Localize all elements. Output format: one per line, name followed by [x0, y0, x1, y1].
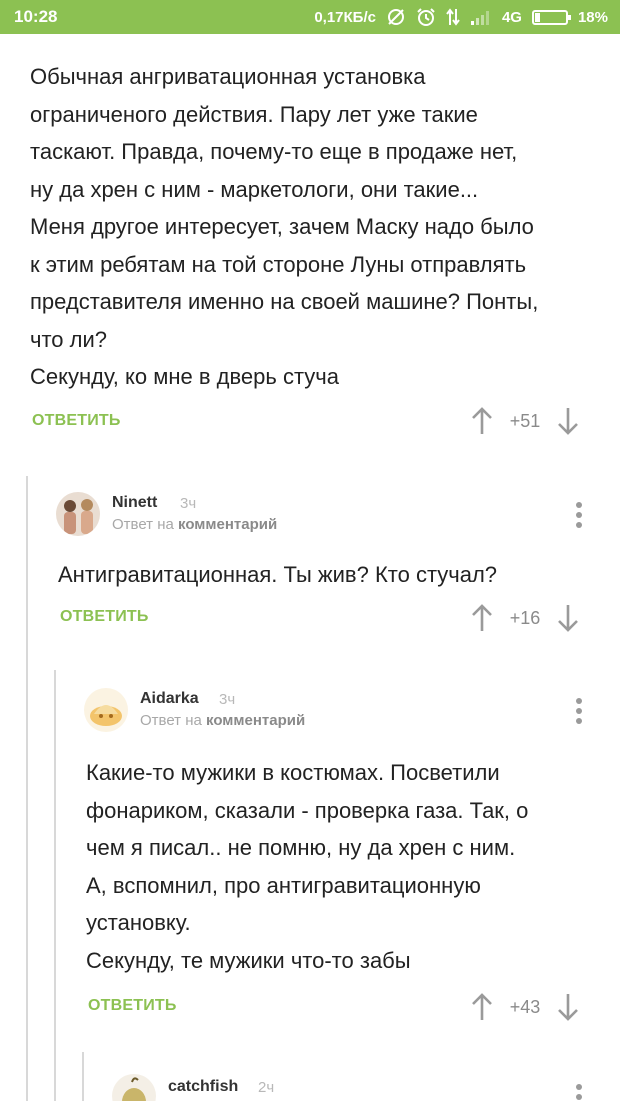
upvote-arrow-icon[interactable] — [470, 992, 494, 1022]
reply-to-line: Ответ на комментарий — [112, 516, 277, 533]
alarm-icon — [416, 7, 436, 27]
upvote-arrow-icon[interactable] — [470, 406, 494, 436]
status-indicators: 0,17КБ/с 4G 18% — [314, 7, 608, 27]
more-options-icon[interactable] — [574, 698, 584, 728]
comment-time: 3ч — [180, 495, 197, 512]
comment-body: Антигравитационная. Ты жив? Кто стучал? — [58, 556, 598, 594]
vote-controls: +43 — [470, 992, 580, 1022]
data-arrows-icon — [446, 8, 460, 26]
downvote-arrow-icon[interactable] — [556, 992, 580, 1022]
comment-line: ограниченого действия. Пару лет уже таки… — [30, 101, 478, 127]
comment-line: Секунду, те мужики что-то забы — [86, 947, 411, 973]
network-type: 4G — [501, 8, 522, 26]
more-options-icon[interactable] — [574, 1084, 584, 1101]
comment-header: Aidarka 3ч Ответ на комментарий — [84, 688, 596, 736]
thread-line-level-2 — [54, 670, 56, 1101]
comment-author[interactable]: catchfish — [168, 1078, 238, 1096]
network-speed: 0,17КБ/с — [314, 8, 376, 26]
comment-line: Обычная ангриватационная установка — [30, 64, 426, 89]
comment-author[interactable]: Aidarka — [140, 690, 199, 708]
vote-controls: +51 — [470, 406, 580, 436]
downvote-arrow-icon[interactable] — [556, 603, 580, 633]
sync-off-icon — [386, 7, 406, 27]
comment-line: ну да хрен с ним - маркетологи, они таки… — [30, 176, 479, 202]
comment-time: 3ч — [219, 691, 236, 708]
comment-line: Меня другое интересует, зачем Маску надо… — [30, 214, 534, 239]
reply-to-link[interactable]: комментарий — [206, 712, 305, 729]
signal-icon — [470, 9, 492, 25]
comment-line: представителя именно на своей машине? По… — [30, 289, 539, 314]
status-time: 10:28 — [14, 7, 58, 26]
comment-line: Антигравитационная. Ты жив? Кто стучал? — [58, 562, 498, 587]
reply-to-link[interactable]: комментарий — [178, 516, 277, 533]
comment-author[interactable]: Ninett — [112, 494, 157, 512]
battery-icon — [531, 9, 571, 25]
thread-line-level-3 — [82, 1052, 84, 1101]
downvote-arrow-icon[interactable] — [556, 406, 580, 436]
comment-line: Секунду, ко мне в дверь стуча — [30, 364, 339, 389]
reply-button[interactable]: ОТВЕТИТЬ — [32, 412, 121, 430]
battery-fill — [534, 12, 540, 22]
comment-line: что ли? — [30, 326, 107, 352]
battery-percent: 18% — [577, 8, 608, 26]
comment-line: таскают. Правда, почему-то еще в продаже… — [30, 139, 518, 164]
reply-to-prefix: Ответ на — [140, 712, 202, 729]
reply-to-line: Ответ на комментарий — [140, 712, 305, 729]
comment-time: 2ч — [258, 1079, 275, 1096]
upvote-arrow-icon[interactable] — [470, 603, 494, 633]
comment-score: +43 — [509, 996, 541, 1017]
comment-score: +16 — [509, 607, 541, 628]
reply-to-prefix: Ответ на — [112, 516, 174, 533]
comment-body: Обычная ангриватационная установка огран… — [30, 58, 600, 396]
avatar[interactable] — [84, 688, 128, 732]
comment-body: Какие-то мужики в костюмах. Посветили фо… — [86, 754, 600, 979]
comment-line: фонариком, сказали - проверка газа. Так,… — [86, 797, 529, 823]
vote-controls: +16 — [470, 603, 580, 633]
comment-line: А, вспомнил, про антигравитационную — [86, 872, 481, 898]
comment-line: установку. — [86, 910, 191, 935]
comment-score: +51 — [509, 410, 541, 431]
reply-button[interactable]: ОТВЕТИТЬ — [60, 608, 149, 626]
avatar[interactable] — [112, 1074, 156, 1101]
reply-button[interactable]: ОТВЕТИТЬ — [88, 997, 177, 1015]
comment-line: к этим ребятам на той стороне Луны отпра… — [30, 251, 527, 277]
thread-line-level-1 — [26, 476, 28, 1101]
avatar[interactable] — [56, 492, 100, 536]
comment-line: чем я писал.. не помню, ну да хрен с ним… — [86, 835, 516, 860]
comment-line: Какие-то мужики в костюмах. Посветили — [86, 760, 500, 785]
status-bar: 10:28 0,17КБ/с 4G 18% — [0, 0, 620, 34]
more-options-icon[interactable] — [574, 502, 584, 532]
comment-header: catchfish 2ч — [112, 1074, 596, 1101]
comment-header: Ninett 3ч Ответ на комментарий — [56, 492, 596, 540]
